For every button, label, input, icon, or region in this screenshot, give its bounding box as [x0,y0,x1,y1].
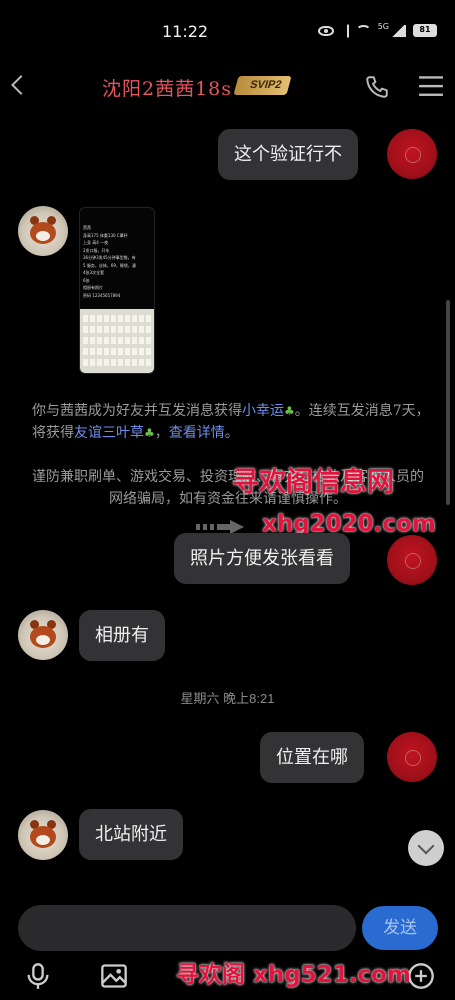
wifi-icon [355,25,371,36]
red-panda-face [30,626,56,648]
back-button[interactable] [4,70,32,100]
image-line: 36分钟3发45分钟事型推。有 [83,255,136,260]
plus-icon[interactable] [407,962,435,990]
plus-glyph [408,963,434,989]
arrow-icon [196,520,244,534]
network-type: 5G [377,22,389,31]
notice-text: ， [154,425,169,441]
message-bubble-mine[interactable]: 这个验证行不 [218,129,358,180]
message-bubble-peer[interactable]: 相册有 [79,610,165,661]
image-icon[interactable] [100,962,128,990]
message-bubble-mine[interactable]: 位置在哪 [260,732,364,783]
image-lines: 茜茜 身高175 体重130 C罩杯 上身 高4 一夜 2发口服，开车 36分钟… [83,224,153,299]
image-line: 5 服务，丝袜，69，睡袋，漫 [83,262,136,268]
image-keyboard [80,309,154,373]
clover-link[interactable]: 友谊三叶草 [74,425,144,441]
battery-icon: 81 [413,24,437,37]
bluetooth-icon [340,23,349,38]
red-panda-face [30,826,56,848]
send-button[interactable]: 发送 [362,906,438,950]
image-line: 茜茜 [83,225,91,230]
kb-row [83,337,153,344]
image-line: 4张3次全套 [83,270,105,275]
image-line: 6张 [83,277,90,283]
my-avatar[interactable] [387,535,437,585]
notice-text: 你与茜茜成为好友并互发消息获得 [32,403,242,419]
phone-icon [366,76,388,98]
kb-row [83,359,153,366]
scroll-to-bottom-button[interactable] [408,830,444,866]
notice-text: 。 [224,425,239,441]
lucky-link[interactable]: 小幸运 [242,403,284,419]
image-message[interactable]: 茜茜 身高175 体重130 C罩杯 上身 高4 一夜 2发口服，开车 36分钟… [79,207,155,374]
kb-row [83,315,153,322]
kb-row [83,326,153,333]
image-line: 2发口服，开车 [83,247,110,253]
image-line: 身高175 体重130 C罩杯 [83,232,128,238]
date-separator: 星期六 晚上8:21 [180,691,275,706]
phone-call-button[interactable] [364,74,390,100]
status-bar: 11:22 5G 81 [0,0,455,62]
signal-icon [391,24,406,37]
my-avatar[interactable] [387,129,437,179]
microphone-icon[interactable] [24,962,52,990]
sprout-icon: ♣ [284,404,295,418]
status-time: 11:22 [162,22,209,41]
peer-avatar[interactable] [18,610,68,660]
chat-header: 沈阳2茜茜18s SVIP2 [0,62,455,110]
image-line: 相册有照片 [83,285,103,290]
scrollbar[interactable] [446,300,450,505]
eye-comfort-icon [317,25,334,36]
image-glyph [101,964,127,988]
image-line: 密码 12345657894 [83,292,121,298]
peer-avatar[interactable] [18,810,68,860]
chat-title[interactable]: 沈阳2茜茜18s [102,74,232,101]
friendship-notice: 你与茜茜成为好友并互发消息获得小幸运♣。连续互发消息7天，将获得友谊三叶草♣，查… [32,400,432,444]
message-bubble-peer[interactable]: 北站附近 [79,809,183,860]
kb-row [83,348,153,355]
clover-icon: ♣ [144,426,155,440]
message-input[interactable] [18,905,356,951]
my-avatar[interactable] [387,732,437,782]
watermark-bottom: 寻欢阁 xhg521.com [176,962,411,988]
view-details-link[interactable]: 查看详情 [169,425,225,441]
peer-avatar[interactable] [18,206,68,256]
hamburger-icon [419,76,443,96]
microphone-glyph [27,963,49,989]
message-bubble-mine[interactable]: 照片方便发张看看 [174,533,350,584]
more-menu-button[interactable] [418,74,444,98]
vip-badge: SVIP2 [233,76,292,95]
image-line: 上身 高4 一夜 [83,240,109,245]
watermark-title: 寻欢阁信息网 [232,467,394,498]
red-panda-face [30,222,56,244]
status-icons: 5G 81 [317,22,437,38]
